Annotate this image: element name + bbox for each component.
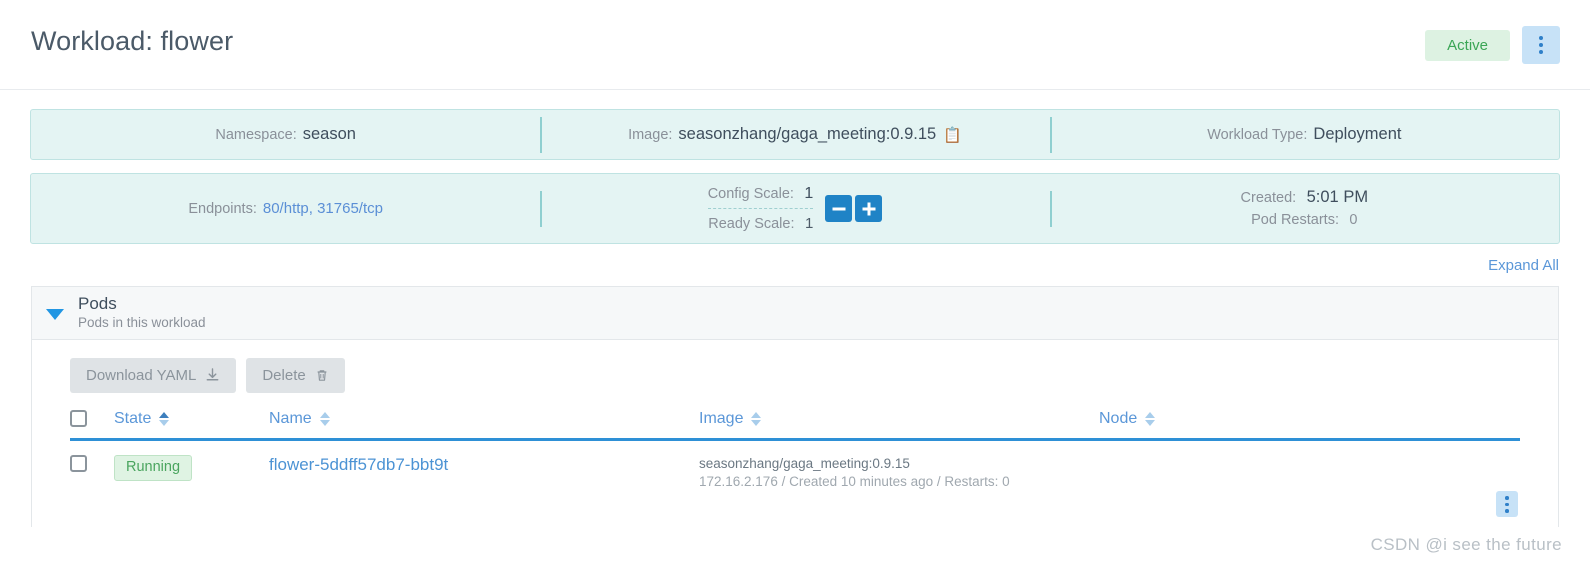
namespace-label: Namespace: [215,126,297,143]
column-header-image[interactable]: Image [699,410,1099,441]
config-scale-label: Config Scale: [707,185,794,202]
row-image-cell: seasonzhang/gaga_meeting:0.9.15 172.16.2… [699,440,1520,528]
scale-stepper [825,195,883,222]
delete-label: Delete [262,367,306,384]
namespace-field: Namespace: season [31,110,540,159]
scale-decrement-button[interactable] [825,195,853,222]
pods-section-header[interactable]: Pods Pods in this workload [32,287,1558,340]
ready-scale-row: Ready Scale: 1 [708,215,813,233]
vertical-dots-icon [1539,43,1543,47]
row-checkbox[interactable] [70,455,87,473]
pods-table: State Name Image Node Running flower-5dd… [70,410,1520,527]
column-header-name[interactable]: Name [269,410,699,441]
pods-table-head: State Name Image Node [70,410,1520,441]
created-value: 5:01 PM [1306,188,1369,206]
pod-restarts-row: Pod Restarts: 0 [1251,211,1357,229]
column-label-image: Image [699,410,744,427]
expand-all-row: Expand All [0,244,1590,286]
header-actions: Active [1425,26,1560,64]
workload-type-field: Workload Type: Deployment [1050,110,1559,159]
created-row: Created: 5:01 PM [1241,188,1369,207]
pod-state-badge: Running [114,455,193,481]
endpoints-field: Endpoints: 80/http, 31765/tcp [31,174,540,243]
info-panels: Namespace: season Image: seasonzhang/gag… [0,109,1590,244]
config-scale-value: 1 [804,184,814,202]
workload-actions-menu-button[interactable] [1522,26,1560,64]
workload-type-value: Deployment [1313,125,1402,143]
vertical-dots-icon [1505,509,1509,513]
select-all-checkbox[interactable] [70,410,87,428]
row-name-cell: flower-5ddff57db7-bbt9t [269,440,699,528]
image-field: Image: seasonzhang/gaga_meeting:0.9.15 📋 [540,110,1049,159]
column-label-name: Name [269,410,312,427]
info-panel-secondary: Endpoints: 80/http, 31765/tcp Config Sca… [30,173,1560,244]
endpoints-value[interactable]: 80/http, 31765/tcp [263,200,383,217]
pods-section-subtitle: Pods in this workload [78,314,206,330]
caret-down-icon[interactable] [46,309,64,320]
image-value: seasonzhang/gaga_meeting:0.9.15 [678,125,937,143]
image-label: Image: [628,126,673,143]
info-panel-primary: Namespace: season Image: seasonzhang/gag… [30,109,1560,160]
sort-icon-node[interactable] [1145,412,1156,426]
download-icon [206,368,219,381]
vertical-dots-icon [1539,50,1543,54]
row-select-cell [70,440,114,528]
namespace-value: season [302,125,356,143]
column-label-node: Node [1099,410,1138,427]
select-all-header [70,410,114,441]
column-label-state: State [114,410,152,427]
pod-image-value: seasonzhang/gaga_meeting:0.9.15 [699,456,910,471]
pods-section-body: Download YAML Delete State Name Image No… [32,340,1558,527]
created-label: Created: [1240,190,1297,206]
scale-increment-button[interactable] [855,195,883,222]
download-yaml-label: Download YAML [86,367,197,384]
download-yaml-button[interactable]: Download YAML [70,358,237,393]
table-header-row: State Name Image Node [70,410,1520,441]
vertical-dots-icon [1539,36,1543,40]
pods-toolbar: Download YAML Delete [70,358,1558,393]
created-field: Created: 5:01 PM Pod Restarts: 0 [1050,174,1559,243]
row-actions-menu-button[interactable] [1496,491,1518,518]
expand-all-link[interactable]: Expand All [1488,257,1559,274]
delete-button[interactable]: Delete [246,358,345,393]
pod-image-details: 172.16.2.176 / Created 10 minutes ago / … [699,474,1010,490]
pod-name-link[interactable]: flower-5ddff57db7-bbt9t [269,455,448,474]
vertical-dots-icon [1505,496,1509,500]
row-state-cell: Running [114,440,269,528]
column-header-state[interactable]: State [114,410,269,441]
copy-icon[interactable]: 📋 [943,126,962,144]
vertical-dots-icon [1505,502,1509,507]
sort-icon-state[interactable] [159,412,170,426]
workload-type-label: Workload Type: [1207,126,1308,143]
page-title: Workload: flower [31,26,234,56]
scale-field: Config Scale: 1 Ready Scale: 1 [540,174,1049,243]
watermark: CSDN @i see the future [1370,535,1562,554]
table-row: Running flower-5ddff57db7-bbt9t seasonzh… [70,440,1520,528]
pod-restarts-label: Pod Restarts: [1251,212,1339,228]
ready-scale-label: Ready Scale: [708,215,795,232]
sort-icon-name[interactable] [319,412,330,426]
page-header: Workload: flower Active [0,0,1590,90]
ready-scale-value: 1 [804,214,814,232]
pods-section-title: Pods [78,294,117,314]
trash-icon [317,370,327,381]
pod-restarts-value: 0 [1349,212,1358,228]
config-scale-row: Config Scale: 1 [707,184,814,209]
column-header-node[interactable]: Node [1099,410,1520,441]
sort-icon-image[interactable] [751,412,762,426]
status-badge: Active [1425,29,1510,61]
pods-table-body: Running flower-5ddff57db7-bbt9t seasonzh… [70,440,1520,528]
pods-section: Pods Pods in this workload Download YAML… [31,286,1559,528]
endpoints-label: Endpoints: [188,200,257,217]
